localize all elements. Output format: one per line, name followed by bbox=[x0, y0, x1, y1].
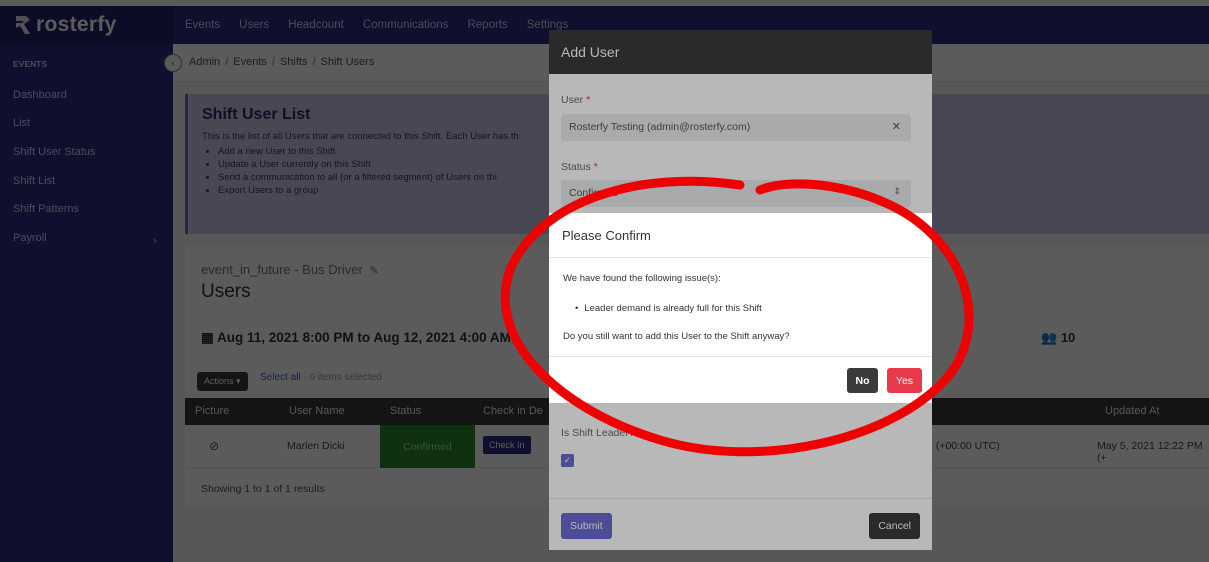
confirm-body: We have found the following issue(s): Le… bbox=[563, 273, 923, 342]
confirm-intro: We have found the following issue(s): bbox=[563, 273, 721, 284]
confirm-footer: No Yes bbox=[549, 356, 932, 403]
confirm-question: Do you still want to add this User to th… bbox=[563, 331, 790, 342]
confirm-issue: Leader demand is already full for this S… bbox=[575, 303, 761, 314]
confirm-modal: Please Confirm We have found the followi… bbox=[549, 213, 932, 403]
no-button[interactable]: No bbox=[847, 368, 878, 393]
confirm-title: Please Confirm bbox=[549, 213, 932, 258]
yes-button[interactable]: Yes bbox=[887, 368, 922, 393]
app-window: rosterfy Events Users Headcount Communic… bbox=[0, 0, 1209, 562]
